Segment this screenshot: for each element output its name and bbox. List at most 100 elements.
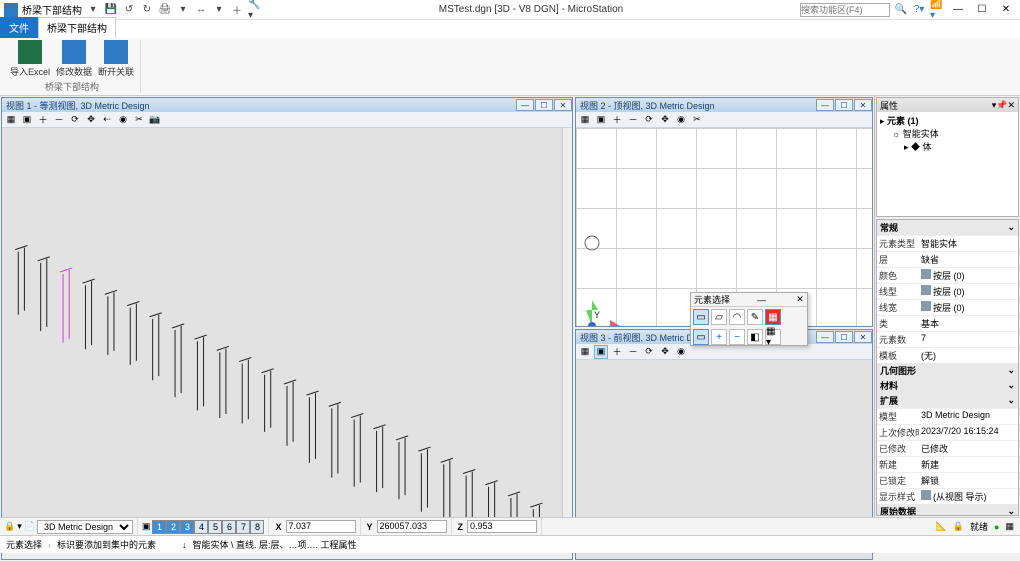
prop-row[interactable]: 线宽按层 (0) [877, 299, 1018, 315]
tb2-g[interactable]: ◉ [674, 113, 688, 127]
close-button[interactable]: ✕ [996, 3, 1016, 17]
tree-leaf[interactable]: 体 [923, 142, 932, 152]
tb-rotate[interactable]: ⟳ [68, 113, 82, 127]
sb-icon1[interactable]: 🔒 [4, 521, 15, 532]
qat-print[interactable]: 🖨 [158, 3, 172, 17]
prop-row[interactable]: 新建新建 [877, 456, 1018, 472]
prop-row[interactable]: 类基本 [877, 315, 1018, 331]
status-green[interactable]: ● [994, 522, 999, 532]
view3-min[interactable]: — [816, 331, 834, 343]
prop-row[interactable]: 已锁定解锁 [877, 472, 1018, 488]
x-value[interactable]: 7.037 [286, 520, 356, 533]
view1-min[interactable]: — [516, 99, 534, 111]
tb2-a[interactable]: ▦ [578, 113, 592, 127]
tb3-g[interactable]: ◉ [674, 345, 688, 359]
tb2-e[interactable]: ⟳ [642, 113, 656, 127]
tb3-b[interactable]: ▣ [594, 345, 608, 359]
sel-sub[interactable]: − [729, 329, 745, 345]
panel-pin-icon[interactable]: ▾📌✕ [992, 100, 1015, 111]
z-value[interactable]: 0.953 [467, 520, 537, 533]
view2-min[interactable]: — [816, 99, 834, 111]
search-input[interactable] [800, 3, 890, 17]
sel-individual[interactable]: ▭ [693, 309, 709, 325]
view-toggle-3[interactable]: 3 [180, 520, 194, 534]
tb2-d[interactable]: － [626, 113, 640, 127]
sel-line[interactable]: ◠ [729, 309, 745, 325]
sel-lasso[interactable]: ✎ [747, 309, 763, 325]
tb3-e[interactable]: ⟳ [642, 345, 656, 359]
view1-close[interactable]: ✕ [554, 99, 572, 111]
prop-row[interactable]: 层缺省 [877, 251, 1018, 267]
qat-more2[interactable]: ▾ [212, 3, 226, 17]
view-toggle-4[interactable]: 4 [194, 520, 208, 534]
view3-max[interactable]: ☐ [835, 331, 853, 343]
view1-vscroll[interactable] [562, 128, 572, 549]
sec-rawdata[interactable]: 原始数据⌄ [877, 504, 1018, 516]
tb3-d[interactable]: － [626, 345, 640, 359]
snap-icon[interactable]: 📐 [936, 521, 947, 532]
sel-clear[interactable]: ▦ ▾ [765, 329, 781, 345]
views-icon[interactable]: ▣ [142, 521, 151, 532]
tb-prev[interactable]: ⇠ [100, 113, 114, 127]
maximize-button[interactable]: ☐ [972, 3, 992, 17]
view2-close[interactable]: ✕ [854, 99, 872, 111]
sec-geometry[interactable]: 几何图形⌄ [877, 363, 1018, 378]
qat-undo[interactable]: ↺ [122, 3, 136, 17]
qat-more3[interactable]: 🔧▾ [248, 3, 262, 17]
prop-row[interactable]: 元素数7 [877, 331, 1018, 347]
tb2-b[interactable]: ▣ [594, 113, 608, 127]
view-toggle-5[interactable]: 5 [208, 520, 222, 534]
tb-pan[interactable]: ✥ [84, 113, 98, 127]
qat-add[interactable]: ＋ [230, 3, 244, 17]
sec-material[interactable]: 材料⌄ [877, 378, 1018, 393]
qat-save[interactable]: 💾 [104, 3, 118, 17]
model-select[interactable]: 3D Metric Design [37, 520, 133, 534]
view3-close[interactable]: ✕ [854, 331, 872, 343]
prop-row[interactable]: 上次修改时间2023/7/20 16:15:24 [877, 424, 1018, 440]
tb-zoomfit[interactable]: ▣ [20, 113, 34, 127]
sel-add[interactable]: + [711, 329, 727, 345]
import-excel-button[interactable]: 导入Excel [10, 40, 50, 78]
y-value[interactable]: 260057.033 [377, 520, 447, 533]
qat-more1[interactable]: ▾ [176, 3, 190, 17]
view1-titlebar[interactable]: 视图 1 - 等测视图, 3D Metric Design — ☐ ✕ [2, 98, 572, 112]
sec-extend[interactable]: 扩展⌄ [877, 393, 1018, 408]
sel-block[interactable]: ▱ [711, 309, 727, 325]
tb-display[interactable]: ▦ [4, 113, 18, 127]
tb3-a[interactable]: ▦ [578, 345, 592, 359]
notify-icon[interactable]: 📶▾ [930, 3, 944, 17]
view-toggle-2[interactable]: 2 [166, 520, 180, 534]
prop-row[interactable]: 显示样式(从视图 导示) [877, 488, 1018, 504]
view-toggle-6[interactable]: 6 [222, 520, 236, 534]
tb-render[interactable]: ◉ [116, 113, 130, 127]
sb-icon2[interactable]: ▾ [17, 521, 22, 532]
tb2-f[interactable]: ✥ [658, 113, 672, 127]
lock-icon[interactable]: 🔒 [953, 521, 964, 532]
view1-canvas[interactable] [2, 128, 572, 559]
tb3-f[interactable]: ✥ [658, 345, 672, 359]
view2-max[interactable]: ☐ [835, 99, 853, 111]
prop-row[interactable]: 已修改已修改 [877, 440, 1018, 456]
break-link-button[interactable]: 断开关联 [98, 40, 134, 78]
view-toggle-8[interactable]: 8 [250, 520, 264, 534]
qat-redo[interactable]: ↻ [140, 3, 154, 17]
sec-general[interactable]: 常规⌄ [877, 220, 1018, 235]
tab-substructure[interactable]: 桥梁下部结构 [38, 17, 116, 38]
elements-panel-title[interactable]: 属性 ▾📌✕ [877, 98, 1018, 112]
tb2-h[interactable]: ✂ [690, 113, 704, 127]
modify-data-button[interactable]: 修改数据 [56, 40, 92, 78]
prop-row[interactable]: 模型3D Metric Design [877, 408, 1018, 424]
prop-row[interactable]: 模板(无) [877, 347, 1018, 363]
prop-row[interactable]: 元素类型智能实体 [877, 235, 1018, 251]
tree-root[interactable]: 元素 (1) [887, 116, 919, 126]
view-toggle-1[interactable]: 1 [152, 520, 166, 534]
minimize-button[interactable]: — [948, 3, 968, 17]
sel-new[interactable]: ▭ [693, 329, 709, 345]
palette-titlebar[interactable]: 元素选择 — ✕ [691, 293, 807, 307]
tb-zoomout[interactable]: － [52, 113, 66, 127]
tb-camera[interactable]: 📷 [148, 113, 162, 127]
qat-dropdown[interactable]: ▾ [86, 3, 100, 17]
view-toggle-7[interactable]: 7 [236, 520, 250, 534]
view1-max[interactable]: ☐ [535, 99, 553, 111]
element-select-palette[interactable]: 元素选择 — ✕ ▭ ▱ ◠ ✎ ▦ ▭ + − ◧ ▦ ▾ [690, 292, 808, 346]
